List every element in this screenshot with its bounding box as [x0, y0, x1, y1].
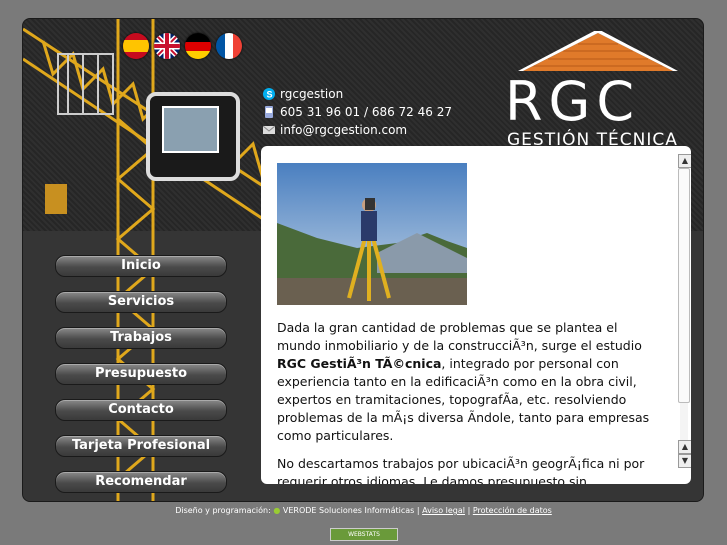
main-menu: Inicio Servicios Trabajos Presupuesto Co… — [55, 255, 227, 501]
email-icon — [262, 124, 276, 136]
webstats-badge[interactable]: WEBSTATS — [330, 528, 398, 541]
skype-row: S rgcgestion — [263, 85, 452, 103]
uk-flag-icon[interactable] — [154, 33, 180, 59]
menu-presupuesto[interactable]: Presupuesto — [55, 363, 227, 385]
company-link[interactable]: VERODE Soluciones Informáticas — [283, 506, 414, 515]
spain-flag-icon[interactable] — [123, 33, 149, 59]
phone-icon — [263, 106, 275, 118]
content-box: Dada la gran cantidad de problemas que s… — [261, 146, 691, 484]
design-label: Diseño y programación: — [175, 506, 271, 515]
menu-recomendar[interactable]: Recomendar — [55, 471, 227, 493]
germany-flag-icon[interactable] — [185, 33, 211, 59]
email-row: info@rgcgestion.com — [262, 121, 452, 139]
language-selector — [123, 33, 242, 59]
france-flag-icon[interactable] — [216, 33, 242, 59]
menu-tarjeta-profesional[interactable]: Tarjeta Profesional — [55, 435, 227, 457]
legal-link[interactable]: Aviso legal — [422, 506, 465, 515]
company-name: RGC GestiÃ³n TÃ©cnica — [277, 356, 442, 371]
scrollbar[interactable]: ▲ ▲ ▼ — [677, 154, 691, 474]
privacy-link[interactable]: Protección de datos — [473, 506, 552, 515]
phone-text: 605 31 96 01 / 686 72 46 27 — [280, 105, 452, 119]
menu-inicio[interactable]: Inicio — [55, 255, 227, 277]
scroll-up-icon-lower[interactable]: ▲ — [678, 440, 691, 454]
surveyor-photo — [277, 163, 467, 305]
separator: | — [416, 506, 420, 515]
email-link[interactable]: info@rgcgestion.com — [280, 123, 407, 137]
rgc-logo: RGC GESTIÓN TÉCNICA — [503, 31, 693, 149]
menu-trabajos[interactable]: Trabajos — [55, 327, 227, 349]
separator-2: | — [467, 506, 471, 515]
second-paragraph: No descartamos trabajos por ubicaciÃ³n g… — [277, 456, 645, 484]
main-panel: S rgcgestion 605 31 96 01 / 686 72 46 27… — [22, 18, 704, 502]
scroll-up-icon[interactable]: ▲ — [678, 154, 691, 168]
menu-contacto[interactable]: Contacto — [55, 399, 227, 421]
scroll-down-icon[interactable]: ▼ — [678, 454, 691, 468]
verode-icon: ● — [273, 506, 281, 515]
content-text: Dada la gran cantidad de problemas que s… — [277, 163, 657, 484]
contact-info: S rgcgestion 605 31 96 01 / 686 72 46 27… — [262, 85, 452, 139]
logo-main-text: RGC — [505, 70, 641, 133]
phone-row: 605 31 96 01 / 686 72 46 27 — [263, 103, 452, 121]
scroll-thumb[interactable] — [678, 168, 690, 403]
intro-text-a: Dada la gran cantidad de problemas que s… — [277, 320, 642, 353]
skype-icon: S — [263, 88, 275, 100]
footer: Diseño y programación: ● VERODE Solucion… — [0, 506, 727, 515]
intro-paragraph: Dada la gran cantidad de problemas que s… — [277, 319, 657, 445]
svg-text:S: S — [267, 90, 273, 100]
skype-text[interactable]: rgcgestion — [280, 87, 343, 101]
menu-servicios[interactable]: Servicios — [55, 291, 227, 313]
